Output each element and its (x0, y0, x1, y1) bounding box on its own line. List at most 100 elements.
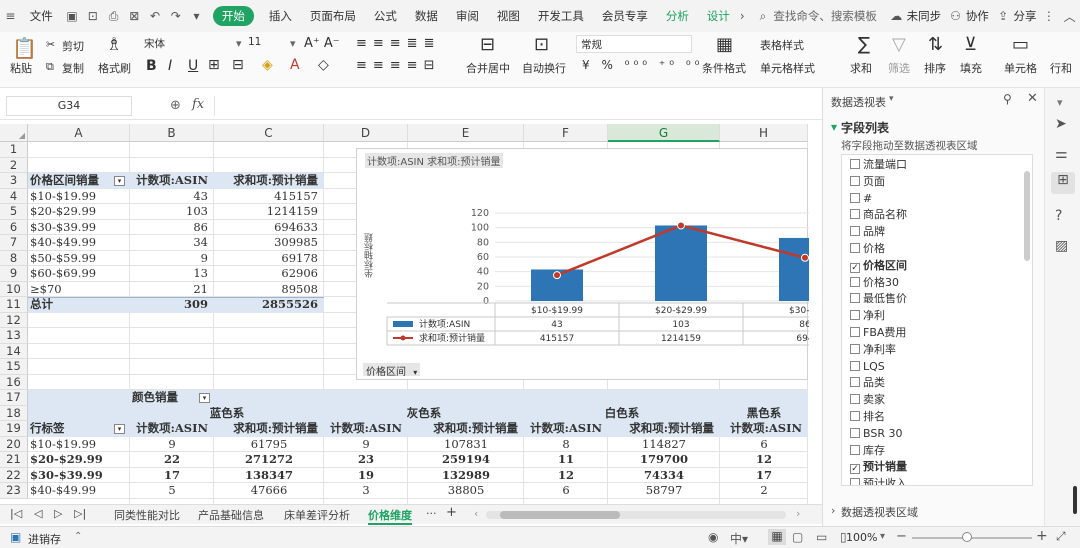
filter-dropdown-icon[interactable]: ▾ (114, 424, 125, 434)
pivot1-sum-value[interactable]: 415157 (216, 189, 322, 205)
pivot2-value[interactable]: 38805 (410, 483, 522, 499)
pivot1-count-value[interactable]: 21 (132, 282, 212, 298)
more-sheets-icon[interactable]: ··· (426, 507, 437, 520)
pivot1-count-value[interactable]: 13 (132, 266, 212, 282)
pivot2-value[interactable]: 12 (722, 452, 806, 468)
field-item[interactable]: 价格30 (850, 275, 899, 292)
file-menu[interactable]: 文件 (21, 8, 62, 24)
pivot1-row-label[interactable]: $10-$19.99 (30, 189, 128, 205)
pivot2-value[interactable]: 8 (526, 437, 606, 453)
field-item[interactable]: 品类 (850, 375, 885, 392)
row-header-10[interactable]: 10 (0, 281, 28, 297)
chevron-down-icon[interactable]: ▾ (880, 531, 885, 542)
field-item[interactable]: 库存 (850, 443, 885, 460)
pivot1-row-label[interactable]: $60-$69.99 (30, 266, 128, 282)
grow-font-icon[interactable]: A⁺ A⁻ (304, 36, 340, 51)
status-module-label[interactable]: 进销存 (28, 531, 61, 547)
panel-scroll-handle[interactable] (1073, 486, 1077, 514)
field-item[interactable]: 品牌 (850, 224, 885, 241)
pivot2-column-header[interactable]: 求和项:预计销量 (410, 421, 522, 437)
field-item[interactable]: 流量端口 (850, 157, 907, 174)
pivot1-count-value[interactable]: 9 (132, 251, 212, 267)
pivot1-sum-value[interactable]: 309985 (216, 235, 322, 251)
row-header-18[interactable]: 18 (0, 405, 28, 421)
tab-home[interactable]: 开始 (212, 6, 254, 26)
rows-cols-button[interactable]: 行和 (1050, 60, 1072, 76)
pivot2-value[interactable]: 6 (722, 437, 806, 453)
tab-formulas[interactable]: 公式 (365, 8, 406, 24)
checkbox-icon[interactable] (850, 192, 860, 203)
pivot1-sum-value[interactable]: 62906 (216, 266, 322, 282)
row-header-15[interactable]: 15 (0, 359, 28, 375)
pivot2-value[interactable]: 179700 (610, 452, 718, 468)
field-item[interactable]: 商品名称 (850, 207, 907, 224)
export-icon[interactable]: ⊡ (82, 9, 103, 23)
settings-sliders-icon[interactable]: ⚌ (1055, 146, 1068, 162)
pivot2-value[interactable]: 271272 (216, 452, 322, 468)
pivot1-total-count[interactable]: 309 (132, 297, 212, 313)
field-item[interactable]: 最低售价 (850, 291, 907, 308)
checkbox-icon[interactable] (850, 209, 860, 220)
collab-button[interactable]: 协作 (966, 8, 993, 24)
pivot2-value[interactable]: 47666 (216, 483, 322, 499)
pivot2-group-header[interactable]: 蓝色系 (132, 406, 322, 422)
horizontal-scrollbar[interactable] (486, 511, 786, 519)
pivot2-row-label[interactable]: $30-$39.99 (30, 468, 128, 484)
pivot2-value[interactable]: 6 (526, 483, 606, 499)
tab-review[interactable]: 审阅 (447, 8, 488, 24)
preview-icon[interactable]: ⊠ (124, 9, 145, 23)
page-break-icon[interactable]: ▭ (816, 530, 827, 544)
row-header-8[interactable]: 8 (0, 250, 28, 266)
sheet-tab-basic-info[interactable]: 产品基础信息 (198, 507, 264, 523)
pivot2-value[interactable]: 58797 (610, 483, 718, 499)
pivot2-value[interactable]: 17 (722, 468, 806, 484)
pivot2-column-header[interactable]: 计数项:ASIN (326, 421, 406, 437)
tab-view[interactable]: 视图 (488, 8, 529, 24)
pivot2-column-header[interactable]: 计数项:ASIN (722, 421, 806, 437)
pivot-chart[interactable]: 计数项:ASIN 求和项:预计销量 坐标轴标题 120 100 80 60 40 20 0 $… (356, 148, 809, 380)
price-range-filter-button[interactable]: 价格区间 ▾ (363, 363, 421, 378)
zoom-in-icon[interactable]: + (1036, 528, 1048, 544)
pivot2-value[interactable]: 5 (132, 483, 212, 499)
pivot2-value[interactable]: 9 (326, 437, 406, 453)
pivot2-value[interactable]: 107831 (410, 437, 522, 453)
chevron-down-icon[interactable]: ▾ (186, 9, 207, 23)
row-header-21[interactable]: 21 (0, 452, 28, 468)
hamburger-icon[interactable]: ≡ (0, 9, 21, 23)
checkbox-icon[interactable] (850, 293, 860, 304)
sort-button[interactable]: 排序 (924, 60, 946, 76)
pivot1-count-header[interactable]: 计数项:ASIN (132, 173, 212, 189)
pivot2-value[interactable]: 12 (526, 468, 606, 484)
field-item[interactable]: 卖家 (850, 392, 885, 409)
field-item[interactable]: 价格 (850, 241, 885, 258)
print-icon[interactable]: ⎙ (103, 9, 124, 24)
pivot2-value[interactable]: 138347 (216, 468, 322, 484)
pivot2-group-header[interactable]: 灰色系 (326, 406, 522, 422)
chevron-down-icon[interactable]: ▾ (889, 94, 894, 104)
pivot1-total-sum[interactable]: 2855526 (216, 297, 322, 313)
italic-icon[interactable]: I (168, 58, 172, 74)
chevron-down-icon[interactable]: ▾ (831, 120, 837, 134)
font-name-select[interactable]: 宋体 (140, 35, 234, 53)
paste-icon[interactable]: 📋 (12, 36, 37, 60)
add-sheet-icon[interactable]: + (446, 505, 457, 520)
column-header-g[interactable]: G (608, 124, 720, 142)
tab-page-layout[interactable]: 页面布局 (301, 8, 365, 24)
pivot2-value[interactable]: 19 (326, 468, 406, 484)
first-sheet-icon[interactable]: |◁ (10, 507, 22, 520)
checkbox-icon[interactable] (850, 478, 860, 485)
zoom-out-icon[interactable]: − (896, 529, 907, 544)
filter-icon[interactable]: ▽ (892, 34, 906, 55)
field-item[interactable]: 排名 (850, 409, 885, 426)
merge-icon[interactable]: ⊟ (232, 57, 244, 73)
filter-button[interactable]: 筛选 (888, 60, 910, 76)
filter-dropdown-icon[interactable]: ▾ (199, 393, 210, 403)
row-header-11[interactable]: 11 (0, 297, 28, 313)
row-header-7[interactable]: 7 (0, 235, 28, 251)
pivot2-value[interactable]: 17 (132, 468, 212, 484)
checkbox-icon[interactable] (850, 444, 860, 455)
column-header-a[interactable]: A (28, 124, 130, 142)
panel-title[interactable]: 数据透视表 (831, 94, 886, 110)
close-icon[interactable]: ✕ (1027, 91, 1038, 106)
checkbox-icon[interactable] (850, 360, 860, 371)
